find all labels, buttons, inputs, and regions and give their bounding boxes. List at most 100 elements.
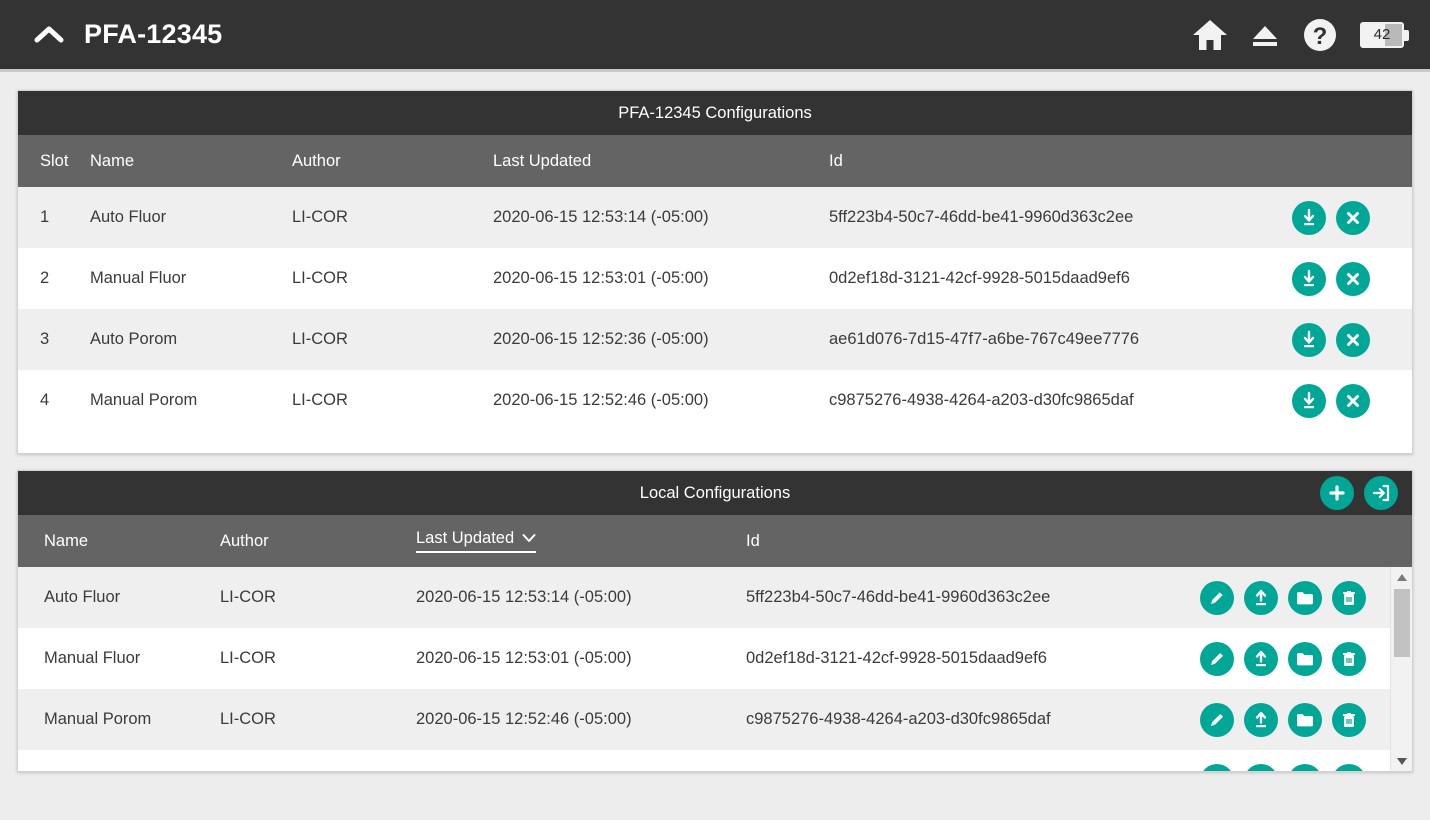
row-actions (1200, 580, 1390, 615)
table-row[interactable]: 4 Manual Porom LI-COR 2020-06-15 12:52:4… (18, 370, 1412, 431)
scrollbar-track[interactable] (1391, 587, 1412, 751)
local-configurations-title-bar: Local Configurations (18, 471, 1412, 515)
cell-updated: 2020-06-15 12:53:01 (-05:00) (416, 649, 632, 667)
table-row[interactable]: 3 Auto Porom LI-COR 2020-06-15 12:52:36 … (18, 309, 1412, 370)
download-button[interactable] (1292, 200, 1326, 235)
row-actions (1200, 702, 1390, 737)
cell-updated: 2020-06-15 12:52:36 (-05:00) (493, 330, 709, 348)
cell-slot: 1 (40, 208, 50, 226)
local-list-scrollbar[interactable] (1390, 567, 1412, 771)
column-header-updated[interactable]: Last Updated (493, 152, 829, 171)
remove-button[interactable] (1336, 200, 1370, 235)
table-row[interactable]: 1 Auto Fluor LI-COR 2020-06-15 12:53:14 … (18, 187, 1412, 248)
device-configurations-title-bar: PFA-12345 Configurations (18, 91, 1412, 135)
cell-slot: 3 (40, 330, 50, 348)
battery-indicator: 42 (1360, 21, 1409, 48)
edit-button[interactable] (1200, 763, 1234, 771)
cell-name: Auto Fluor (44, 588, 121, 606)
column-header-author[interactable]: Author (292, 152, 493, 171)
help-icon[interactable]: ? (1302, 15, 1338, 55)
local-configurations-title: Local Configurations (639, 483, 791, 502)
folder-button[interactable] (1288, 702, 1322, 737)
app-header-actions: ? 42 (1192, 15, 1409, 55)
local-configurations-column-headers: Name Author Last Updated Id (18, 515, 1412, 567)
cell-id: 5ff223b4-50c7-46dd-be41-9960d363c2ee (829, 208, 1134, 226)
cell-author: LI-COR (292, 208, 348, 226)
home-icon[interactable] (1192, 15, 1228, 55)
cell-slot: 4 (40, 391, 50, 409)
delete-button[interactable] (1332, 763, 1366, 771)
triangle-up-icon[interactable] (1391, 567, 1412, 587)
chevron-up-icon[interactable] (34, 20, 64, 50)
cell-updated: 2020-06-15 12:53:14 (-05:00) (493, 208, 709, 226)
row-actions (1292, 383, 1412, 418)
column-header-id[interactable]: Id (829, 152, 1292, 171)
download-button[interactable] (1292, 322, 1326, 357)
cell-name: Manual Fluor (90, 269, 187, 287)
cell-author: LI-COR (292, 330, 348, 348)
local-configurations-scrollport: Auto Fluor LI-COR 2020-06-15 12:53:14 (-… (18, 567, 1390, 771)
triangle-down-icon[interactable] (1391, 751, 1412, 771)
delete-button[interactable] (1332, 702, 1366, 737)
import-button[interactable] (1364, 476, 1398, 510)
edit-button[interactable] (1200, 702, 1234, 737)
remove-button[interactable] (1336, 322, 1370, 357)
page-title: PFA-12345 (84, 19, 223, 49)
cell-name: Auto Fluor (90, 208, 167, 226)
scrollbar-thumb[interactable] (1394, 589, 1410, 657)
cell-name: Manual Porom (90, 391, 198, 409)
add-button[interactable] (1320, 476, 1354, 510)
device-configurations-title: PFA-12345 Configurations (618, 103, 812, 122)
column-header-author[interactable]: Author (220, 532, 416, 551)
delete-button[interactable] (1332, 641, 1366, 676)
cell-author: LI-COR (292, 269, 348, 287)
folder-button[interactable] (1288, 580, 1322, 615)
svg-text:?: ? (1313, 23, 1328, 50)
folder-button[interactable] (1288, 641, 1322, 676)
cell-name: Auto Porom (90, 330, 178, 348)
cell-id: ae61d076-7d15-47f7-a6be-767c49ee7776 (829, 330, 1140, 348)
upload-button[interactable] (1244, 580, 1278, 615)
upload-button[interactable] (1244, 641, 1278, 676)
row-actions (1292, 200, 1412, 235)
list-item[interactable]: Auto Fluor LI-COR 2020-06-15 12:53:14 (-… (18, 567, 1390, 628)
download-button[interactable] (1292, 261, 1326, 296)
local-configurations-list: Auto Fluor LI-COR 2020-06-15 12:53:14 (-… (18, 567, 1412, 771)
list-item-partial[interactable] (18, 750, 1390, 771)
download-button[interactable] (1292, 383, 1326, 418)
cell-author: LI-COR (220, 649, 276, 667)
edit-button[interactable] (1200, 580, 1234, 615)
list-item[interactable]: Manual Porom LI-COR 2020-06-15 12:52:46 … (18, 689, 1390, 750)
list-item[interactable]: Manual Fluor LI-COR 2020-06-15 12:53:01 … (18, 628, 1390, 689)
table-row[interactable]: 2 Manual Fluor LI-COR 2020-06-15 12:53:0… (18, 248, 1412, 309)
row-actions (1292, 322, 1412, 357)
cell-id: 5ff223b4-50c7-46dd-be41-9960d363c2ee (746, 588, 1051, 606)
column-header-name[interactable]: Name (90, 152, 292, 171)
chevron-down-icon (522, 529, 536, 548)
cell-author: LI-COR (220, 588, 276, 606)
row-actions (1200, 763, 1390, 771)
edit-button[interactable] (1200, 641, 1234, 676)
cell-name: Manual Fluor (44, 649, 141, 667)
column-header-id[interactable]: Id (746, 532, 1222, 551)
cell-updated: 2020-06-15 12:52:46 (-05:00) (416, 710, 632, 728)
device-configurations-card: PFA-12345 Configurations Slot Name Autho… (17, 90, 1413, 454)
cell-id: c9875276-4938-4264-a203-d30fc9865daf (829, 391, 1134, 409)
column-header-slot[interactable]: Slot (18, 152, 90, 171)
upload-button[interactable] (1244, 702, 1278, 737)
row-actions (1292, 261, 1412, 296)
row-actions (1200, 641, 1390, 676)
app-header-left: PFA-12345 (34, 19, 222, 50)
column-header-name[interactable]: Name (18, 532, 220, 551)
remove-button[interactable] (1336, 261, 1370, 296)
remove-button[interactable] (1336, 383, 1370, 418)
folder-button[interactable] (1288, 763, 1322, 771)
column-header-updated: Last Updated (416, 529, 746, 553)
battery-level-label: 42 (1373, 26, 1391, 43)
delete-button[interactable] (1332, 580, 1366, 615)
eject-icon[interactable] (1250, 15, 1280, 55)
cell-updated: 2020-06-15 12:53:14 (-05:00) (416, 588, 632, 606)
upload-button[interactable] (1244, 763, 1278, 771)
local-configurations-header-actions (1320, 476, 1398, 510)
sort-by-last-updated[interactable]: Last Updated (416, 529, 537, 553)
